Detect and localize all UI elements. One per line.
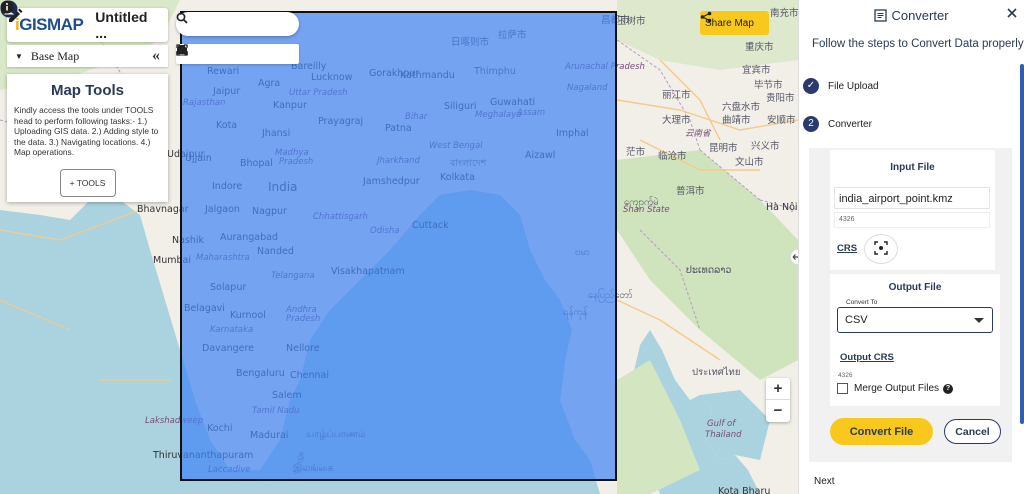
converter-icon xyxy=(874,8,888,22)
convert-to-select[interactable]: CSV xyxy=(837,307,993,333)
map-place-label: 昆明市 xyxy=(709,143,738,154)
map-place-label: Gulf of xyxy=(707,419,736,429)
share-map-button[interactable]: Share Map xyxy=(700,11,769,35)
zoom-out-button[interactable]: − xyxy=(766,400,790,422)
crs-link[interactable]: CRS xyxy=(837,243,857,254)
search-icon[interactable] xyxy=(176,12,188,24)
convert-to-label: Convert To xyxy=(844,299,880,306)
help-icon[interactable]: ? xyxy=(943,383,954,394)
base-map-toggle[interactable]: ▼ Base Map « xyxy=(7,45,168,67)
step-converter[interactable]: 2 Converter xyxy=(799,116,872,132)
map-tools-description: Kindly access the tools under TOOLS head… xyxy=(14,105,159,157)
map-tools-panel: Map Tools Kindly access the tools under … xyxy=(7,74,168,202)
input-filename-field[interactable]: india_airport_point.kmz xyxy=(834,187,990,209)
map-place-label: 茫市 xyxy=(626,147,646,158)
map-place-label: 贵阳市 xyxy=(766,93,795,104)
focus-icon xyxy=(874,240,888,255)
output-crs-link[interactable]: Output CRS xyxy=(840,352,894,363)
map-place-label: ປະເທດລາວ xyxy=(686,265,732,276)
collapse-icon[interactable]: « xyxy=(152,47,160,65)
map-place-label: 文山市 xyxy=(735,157,764,168)
step-number: 2 xyxy=(803,116,819,132)
info-icon[interactable] xyxy=(0,0,14,14)
map-place-label: Kota Bharu xyxy=(718,486,771,494)
map-tools-title: Map Tools xyxy=(50,82,125,99)
converter-subtitle: Follow the steps to Convert Data properl… xyxy=(812,38,1024,50)
caret-down-icon: ▼ xyxy=(15,51,23,61)
map-place-label: 丽江市 xyxy=(662,90,691,101)
map-place-label: 临沧市 xyxy=(658,151,687,162)
zoom-control: + − xyxy=(766,378,790,422)
dropdown-arrow-icon xyxy=(974,318,984,323)
layers-icon[interactable] xyxy=(177,46,295,60)
input-crs-value: 4326 xyxy=(834,212,990,228)
map-place-label: 重庆市 xyxy=(745,42,774,53)
map-place-label: 南充市 xyxy=(770,8,798,19)
logo-text: GISMAP xyxy=(19,15,84,34)
map-place-label: Thailand xyxy=(705,430,742,440)
panel-scrollbar[interactable] xyxy=(1020,64,1024,424)
map-place-label: Shan State xyxy=(623,205,670,215)
map-place-label: 兴义市 xyxy=(751,141,780,152)
map-place-label: 大理市 xyxy=(662,115,691,126)
merge-output-checkbox[interactable] xyxy=(837,383,848,394)
converter-header: Converter xyxy=(799,0,1024,30)
app-header: iGISMAP Untitled ... xyxy=(7,8,168,42)
zoom-search-icon[interactable] xyxy=(177,45,254,60)
selection-rectangle[interactable] xyxy=(180,11,617,481)
map-toolbar xyxy=(176,44,299,64)
map-place-label: 宜宾市 xyxy=(742,65,771,76)
input-file-title: Input File xyxy=(890,162,935,173)
output-file-title: Output File xyxy=(888,282,942,293)
search-input[interactable] xyxy=(186,12,282,36)
cancel-button[interactable]: Cancel xyxy=(944,419,1001,444)
gismap-logo[interactable]: iGISMAP xyxy=(15,15,84,35)
measure-icon[interactable] xyxy=(176,47,274,60)
step-file-upload[interactable]: ✓ File Upload xyxy=(799,78,879,94)
map-place-label: 玉树市 xyxy=(617,16,646,27)
base-map-label: Base Map xyxy=(30,48,80,63)
print-icon[interactable] xyxy=(177,45,233,60)
map-place-label: 普洱市 xyxy=(676,186,705,197)
step-next[interactable]: Next xyxy=(814,476,835,487)
merge-output-label: Merge Output Files xyxy=(854,383,940,394)
convert-to-value: CSV xyxy=(845,314,868,326)
map-place-label: 六盘水市 xyxy=(722,102,761,113)
map-place-label: 曲靖市 xyxy=(722,115,751,126)
search-box xyxy=(176,12,299,36)
map-place-label: ประเทศไทย xyxy=(692,367,741,378)
map-place-label: 毕节市 xyxy=(754,80,783,91)
zoom-in-button[interactable]: + xyxy=(766,378,790,400)
step-converter-label: Converter xyxy=(828,118,872,130)
map-place-label: Hà Nội xyxy=(766,202,798,213)
fullscreen-icon[interactable] xyxy=(176,44,213,60)
check-icon: ✓ xyxy=(803,78,819,94)
map-canvas[interactable]: 日喀则市拉萨市昌都市BareillyRewariJaipurAgraUttar … xyxy=(0,0,798,494)
map-place-label: 云南省 xyxy=(685,129,711,139)
output-crs-value: 4326 xyxy=(838,372,853,379)
convert-file-button[interactable]: Convert File xyxy=(830,418,933,445)
crs-locate-button[interactable] xyxy=(864,234,898,264)
step-file-upload-label: File Upload xyxy=(828,80,879,92)
share-map-label: Share Map xyxy=(705,17,754,29)
converter-title: Converter xyxy=(891,7,949,23)
tools-button[interactable]: + TOOLS xyxy=(59,168,116,197)
map-place-label: 安顺市 xyxy=(767,115,796,126)
close-icon[interactable] xyxy=(1006,7,1018,19)
map-title[interactable]: Untitled ... xyxy=(95,9,160,41)
merge-output-row: Merge Output Files ? xyxy=(837,383,954,394)
share-icon xyxy=(700,11,712,23)
